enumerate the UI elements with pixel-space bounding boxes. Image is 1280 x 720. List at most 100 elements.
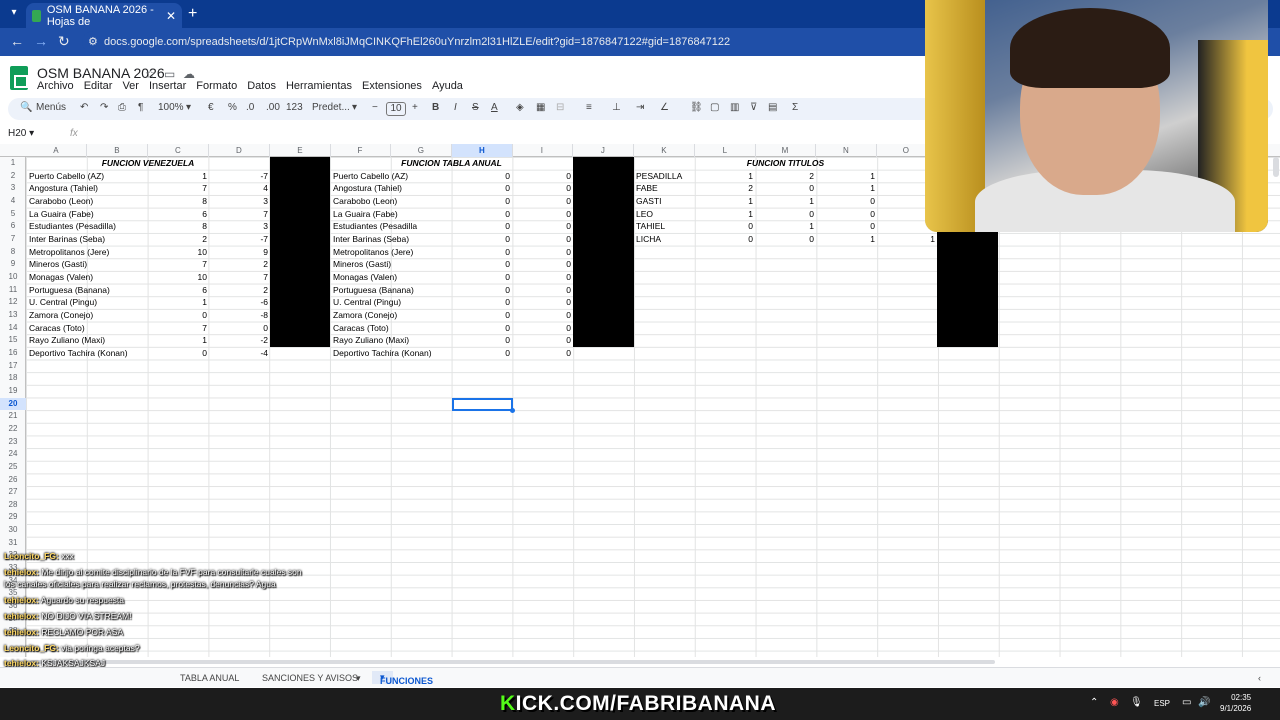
column-header-b[interactable]: B [87, 144, 148, 157]
chevron-down-icon[interactable]: ▾ [356, 673, 361, 684]
decrease-decimal-button[interactable]: .0 [246, 102, 254, 113]
team-name-cell[interactable]: Angostura (Tahiel) [333, 182, 451, 195]
team-name-cell[interactable]: La Guaira (Fabe) [29, 208, 147, 221]
menu-ver[interactable]: Ver [122, 80, 139, 92]
row-header[interactable]: 7 [0, 233, 26, 246]
row-header[interactable]: 31 [0, 537, 26, 550]
row-header[interactable]: 22 [0, 423, 26, 436]
menu-herramientas[interactable]: Herramientas [286, 80, 352, 92]
volume-icon[interactable]: 🔊 [1198, 697, 1210, 708]
team-name-cell[interactable]: Portuguesa (Banana) [333, 284, 451, 297]
insert-chart-icon[interactable]: ▥ [730, 102, 739, 113]
player-name-cell[interactable]: LEO [636, 208, 694, 221]
value-cell[interactable]: 0 [512, 258, 571, 271]
row-header[interactable]: 29 [0, 511, 26, 524]
row-header[interactable]: 30 [0, 524, 26, 537]
row-header[interactable]: 24 [0, 448, 26, 461]
value-cell[interactable]: 1 [695, 195, 753, 208]
browser-tab[interactable]: OSM BANANA 2026 - Hojas de ✕ [26, 3, 182, 28]
player-name-cell[interactable]: TAHIEL [636, 220, 694, 233]
vertical-scrollbar[interactable] [1273, 157, 1279, 177]
team-name-cell[interactable]: Rayo Zuliano (Maxi) [29, 334, 147, 347]
text-wrap-icon[interactable]: ⇥ [636, 102, 644, 113]
value-cell[interactable]: 0 [148, 309, 207, 322]
team-name-cell[interactable]: Carabobo (Leon) [333, 195, 451, 208]
value-cell[interactable]: 0 [452, 309, 510, 322]
team-name-cell[interactable]: Zamora (Conejo) [333, 309, 451, 322]
align-vertical-icon[interactable]: ⊥ [612, 102, 621, 113]
decrease-font-icon[interactable]: − [372, 102, 378, 113]
row-header[interactable]: 4 [0, 195, 26, 208]
close-tab-icon[interactable]: ✕ [166, 9, 176, 23]
row-header[interactable]: 25 [0, 461, 26, 474]
team-name-cell[interactable]: Estudiantes (Pesadilla) [29, 220, 147, 233]
borders-icon[interactable]: ▦ [536, 102, 545, 113]
row-header[interactable]: 28 [0, 499, 26, 512]
chevron-down-icon[interactable]: ▾ [352, 102, 357, 113]
value-cell[interactable]: 0 [512, 195, 571, 208]
value-cell[interactable]: 8 [148, 195, 207, 208]
value-cell[interactable]: 0 [512, 334, 571, 347]
sheet-tab-funciones[interactable]: FUNCIONES ▾ [372, 671, 433, 686]
search-menus-icon[interactable]: 🔍 [20, 102, 32, 113]
value-cell[interactable]: 0 [755, 208, 814, 221]
value-cell[interactable]: 0 [512, 322, 571, 335]
value-cell[interactable]: 0 [512, 309, 571, 322]
value-cell[interactable]: 10 [148, 271, 207, 284]
value-cell[interactable]: 0 [512, 220, 571, 233]
tray-app-icon[interactable]: ◉ [1110, 697, 1119, 708]
column-header-a[interactable]: A [26, 144, 87, 157]
filter-icon[interactable]: ⊽ [750, 102, 757, 113]
team-name-cell[interactable]: U. Central (Pingu) [29, 296, 147, 309]
taskbar-clock[interactable]: 02:35 9/1/2026 [1220, 692, 1251, 714]
value-cell[interactable]: 0 [755, 233, 814, 246]
row-header[interactable]: 17 [0, 360, 26, 373]
value-cell[interactable]: 3 [209, 220, 268, 233]
team-name-cell[interactable]: Monagas (Valen) [333, 271, 451, 284]
team-name-cell[interactable]: Deportivo Tachira (Konan) [29, 347, 147, 360]
column-header-c[interactable]: C [148, 144, 209, 157]
percent-format-button[interactable]: % [228, 102, 237, 113]
value-cell[interactable]: 0 [755, 182, 814, 195]
value-cell[interactable]: 0 [452, 334, 510, 347]
value-cell[interactable]: 0 [512, 347, 571, 360]
network-icon[interactable]: ▭ [1182, 697, 1191, 708]
value-cell[interactable]: -7 [209, 170, 268, 183]
value-cell[interactable]: 10 [148, 246, 207, 259]
team-name-cell[interactable]: Caracas (Toto) [333, 322, 451, 335]
merge-cells-icon[interactable]: ⊟ [556, 102, 564, 113]
value-cell[interactable]: -6 [209, 296, 268, 309]
value-cell[interactable]: -2 [209, 334, 268, 347]
sheets-logo-icon[interactable] [10, 66, 28, 90]
move-folder-icon[interactable]: ▭ [164, 67, 175, 81]
italic-button[interactable]: I [454, 102, 457, 113]
value-cell[interactable]: 3 [209, 195, 268, 208]
column-header-f[interactable]: F [330, 144, 391, 157]
strikethrough-button[interactable]: S [472, 102, 479, 113]
search-menus-label[interactable]: Menús [36, 102, 66, 113]
sheet-tab-sanciones[interactable]: SANCIONES Y AVISOS [262, 673, 358, 683]
row-header[interactable]: 16 [0, 347, 26, 360]
column-header-h[interactable]: H [452, 144, 513, 157]
row-header[interactable]: 6 [0, 220, 26, 233]
value-cell[interactable]: -7 [209, 233, 268, 246]
value-cell[interactable]: 0 [695, 220, 753, 233]
table-title-venezuela[interactable]: FUNCION VENEZUELA [26, 157, 270, 170]
new-tab-icon[interactable]: + [188, 5, 197, 23]
value-cell[interactable]: 0 [452, 347, 510, 360]
value-cell[interactable]: 0 [512, 296, 571, 309]
table-title-titulos[interactable]: FUNCION TITULOS [634, 157, 937, 170]
reload-icon[interactable]: ↻ [58, 33, 70, 50]
value-cell[interactable]: 0 [512, 208, 571, 221]
value-cell[interactable]: 0 [148, 347, 207, 360]
value-cell[interactable]: 2 [148, 233, 207, 246]
row-header[interactable]: 1 [0, 157, 26, 170]
row-header[interactable]: 10 [0, 271, 26, 284]
font-select[interactable]: Predet... [312, 102, 350, 113]
increase-decimal-button[interactable]: .00 [266, 102, 280, 113]
font-size-input[interactable]: 10 [386, 102, 406, 116]
value-cell[interactable]: 1 [148, 296, 207, 309]
menu-insertar[interactable]: Insertar [149, 80, 186, 92]
value-cell[interactable]: 0 [452, 182, 510, 195]
value-cell[interactable]: 0 [452, 246, 510, 259]
